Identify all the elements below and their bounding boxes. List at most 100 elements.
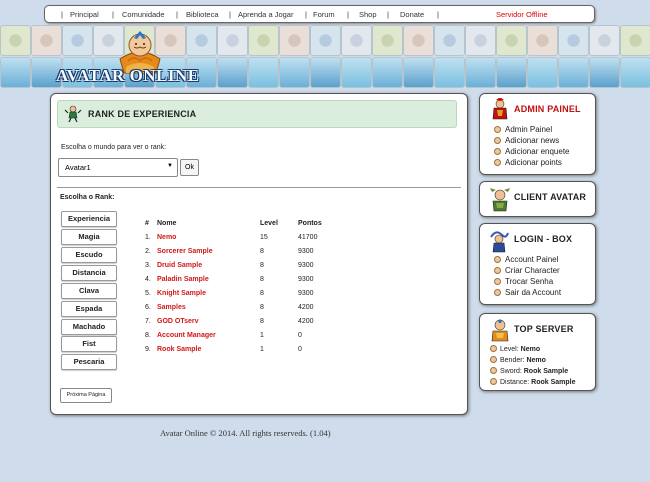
nav-link-donate[interactable]: Donate	[400, 10, 424, 19]
rank-cell-pos: 7.	[145, 318, 151, 325]
rank-cell-level: 15	[260, 234, 268, 241]
banner-tile	[527, 57, 558, 88]
banner-tile	[558, 57, 589, 88]
rank-player-link[interactable]: Knight Sample	[157, 290, 206, 297]
category-distancia-button[interactable]: Distancia	[61, 265, 117, 281]
client-avatar-title: CLIENT AVATAR	[514, 192, 587, 202]
bullet-icon	[494, 148, 501, 155]
admin-link-news[interactable]: Adicionar news	[494, 136, 559, 145]
nav-link-biblioteca[interactable]: Biblioteca	[186, 10, 219, 19]
rank-cell-pos: 5.	[145, 290, 151, 297]
top-nav: | Principal | Comunidade | Biblioteca | …	[44, 5, 595, 23]
divider	[57, 187, 461, 188]
bullet-icon	[494, 256, 501, 263]
login-box: LOGIN - BOX Account Painel Criar Charact…	[479, 223, 596, 305]
banner-tile	[527, 25, 558, 56]
rank-cell-points: 0	[298, 346, 302, 353]
nav-separator: |	[112, 10, 114, 19]
top-stat-level: Level: Nemo	[490, 345, 540, 353]
bullet-icon	[494, 159, 501, 166]
rank-player-link[interactable]: Account Manager	[157, 332, 216, 339]
logo-text: AVATAR ONLINE	[56, 66, 200, 85]
category-escudo-button[interactable]: Escudo	[61, 247, 117, 263]
world-select-value: Avatar1	[65, 163, 91, 172]
category-fist-button[interactable]: Fist	[61, 336, 117, 352]
bullet-icon	[494, 267, 501, 274]
login-link-trocar-senha[interactable]: Trocar Senha	[494, 277, 553, 286]
login-link-account-painel[interactable]: Account Painel	[494, 255, 558, 264]
server-status: Servidor Offline	[496, 10, 548, 19]
footer-text: Avatar Online © 2014. All rights reserve…	[160, 428, 331, 438]
bullet-icon	[490, 356, 497, 363]
nav-separator: |	[229, 10, 231, 19]
nav-separator: |	[61, 10, 63, 19]
nav-link-shop[interactable]: Shop	[359, 10, 377, 19]
bullet-icon	[494, 278, 501, 285]
world-select[interactable]: Avatar1 ▼	[58, 158, 178, 177]
login-link-sair[interactable]: Sair da Account	[494, 288, 561, 297]
rank-cell-pos: 3.	[145, 262, 151, 269]
banner-tile	[186, 25, 217, 56]
rank-cell-pos: 4.	[145, 276, 151, 283]
bullet-icon	[490, 367, 497, 374]
client-avatar-box[interactable]: CLIENT AVATAR	[479, 181, 596, 217]
rank-cell-level: 8	[260, 290, 264, 297]
rank-player-link[interactable]: Rook Sample	[157, 346, 201, 353]
banner-tile	[589, 25, 620, 56]
banner-tile	[310, 57, 341, 88]
banner-tile	[62, 25, 93, 56]
banner-tile	[496, 57, 527, 88]
rank-cell-pos: 1.	[145, 234, 151, 241]
category-espada-button[interactable]: Espada	[61, 301, 117, 317]
rank-player-link[interactable]: Samples	[157, 304, 186, 311]
nav-link-comunidade[interactable]: Comunidade	[122, 10, 165, 19]
category-experiencia-button[interactable]: Experiencia	[61, 211, 117, 227]
banner-tile	[589, 57, 620, 88]
rank-cell-level: 8	[260, 304, 264, 311]
banner-tile	[31, 25, 62, 56]
rank-cell-points: 9300	[298, 276, 314, 283]
rank-cell-pos: 9.	[145, 346, 151, 353]
rank-player-link[interactable]: Nemo	[157, 234, 176, 241]
rank-player-link[interactable]: GOD OTserv	[157, 318, 199, 325]
admin-link-enquete[interactable]: Adicionar enquete	[494, 147, 570, 156]
bullet-icon	[494, 137, 501, 144]
category-clava-button[interactable]: Clava	[61, 283, 117, 299]
next-page-button[interactable]: Próxima Página	[60, 388, 112, 403]
category-magia-button[interactable]: Magia	[61, 229, 117, 245]
banner-tile	[558, 25, 589, 56]
banner-tile	[372, 25, 403, 56]
rank-cell-points: 9300	[298, 290, 314, 297]
login-link-criar-character[interactable]: Criar Character	[494, 266, 560, 275]
login-box-title: LOGIN - BOX	[514, 234, 573, 244]
rank-player-link[interactable]: Sorcerer Sample	[157, 248, 213, 255]
category-pescaria-button[interactable]: Pescaria	[61, 354, 117, 370]
rank-cell-points: 9300	[298, 248, 314, 255]
banner-tile	[0, 57, 31, 88]
nav-link-forum[interactable]: Forum	[313, 10, 335, 19]
banner-tile	[217, 25, 248, 56]
banner-tile	[310, 25, 341, 56]
nav-link-principal[interactable]: Principal	[70, 10, 99, 19]
column-header-pos: #	[145, 220, 149, 227]
rank-cell-level: 8	[260, 248, 264, 255]
admin-panel-box: ADMIN PAINEL Admin Painel Adicionar news…	[479, 93, 596, 175]
airbender-icon	[491, 319, 509, 342]
rank-cell-level: 8	[260, 318, 264, 325]
column-header-points: Pontos	[298, 220, 322, 227]
nav-link-aprenda[interactable]: Aprenda a Jogar	[238, 10, 293, 19]
rank-cell-pos: 2.	[145, 248, 151, 255]
category-label: Escolha o Rank:	[60, 194, 115, 201]
banner-tile	[248, 57, 279, 88]
banner-tile	[403, 57, 434, 88]
admin-link-points[interactable]: Adicionar points	[494, 158, 562, 167]
rank-player-link[interactable]: Paladin Sample	[157, 276, 209, 283]
bullet-icon	[494, 289, 501, 296]
ok-button[interactable]: Ok	[180, 159, 199, 176]
banner-tile	[403, 25, 434, 56]
category-machado-button[interactable]: Machado	[61, 319, 117, 335]
rank-player-link[interactable]: Druid Sample	[157, 262, 202, 269]
admin-link-painel[interactable]: Admin Painel	[494, 125, 552, 134]
world-label: Escolha o mundo para ver o rank:	[61, 144, 167, 151]
banner-tile	[496, 25, 527, 56]
